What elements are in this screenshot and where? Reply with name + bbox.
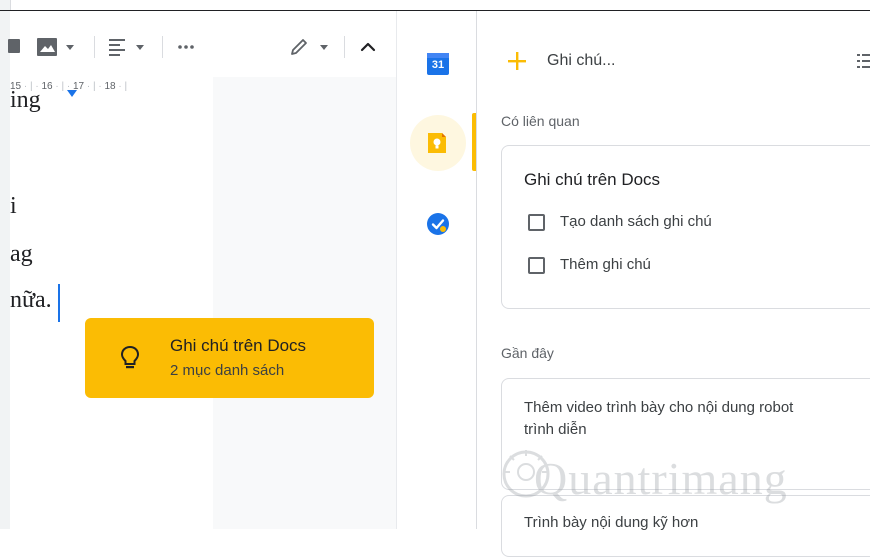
calendar-button[interactable]: 31 xyxy=(426,50,450,76)
keep-icon xyxy=(428,133,446,153)
pencil-icon xyxy=(291,39,307,55)
toolbar-divider xyxy=(162,36,163,58)
editing-mode-button[interactable] xyxy=(288,35,332,59)
keep-button[interactable] xyxy=(426,131,448,155)
list-view-button[interactable] xyxy=(857,51,870,71)
checkbox[interactable] xyxy=(528,214,545,231)
plus-icon xyxy=(508,52,526,70)
comment-icon[interactable] xyxy=(8,39,20,53)
insert-image-button[interactable] xyxy=(36,35,80,59)
doc-text-line: i xyxy=(10,193,17,219)
align-button[interactable] xyxy=(108,35,152,59)
toolbar-divider xyxy=(344,36,345,58)
align-left-icon xyxy=(109,39,125,56)
checklist-item[interactable]: Thêm ghi chú xyxy=(526,255,826,277)
document-page[interactable]: ing i ag nữa. xyxy=(10,87,213,529)
note-title: Ghi chú trên Docs xyxy=(524,170,661,189)
calendar-day: 31 xyxy=(431,59,445,71)
tooltip-title: Ghi chú trên Docs xyxy=(170,336,307,355)
list-view-icon xyxy=(857,54,870,68)
doc-text-line: nữa. xyxy=(10,287,52,313)
doc-text-line: ing xyxy=(10,87,41,113)
ruler-tick-label: 18 xyxy=(104,81,116,92)
chevron-down-icon xyxy=(136,45,144,50)
tasks-icon xyxy=(427,213,449,235)
add-note-button[interactable]: Ghi chú... xyxy=(507,47,707,75)
checkbox[interactable] xyxy=(528,257,545,274)
image-icon xyxy=(37,38,57,56)
tooltip-subtitle: 2 mục danh sách xyxy=(170,362,285,379)
keep-note-tooltip[interactable]: Ghi chú trên Docs 2 mục danh sách xyxy=(85,318,374,398)
add-note-label: Ghi chú... xyxy=(547,52,616,69)
tasks-button[interactable] xyxy=(426,212,450,236)
chevron-down-icon xyxy=(66,45,74,50)
chevron-up-icon xyxy=(360,42,376,52)
docs-toolbar xyxy=(8,11,395,77)
checklist-item-label: Thêm ghi chú xyxy=(560,256,651,273)
more-options-button[interactable] xyxy=(174,35,202,59)
panel-top-strip xyxy=(476,0,870,10)
side-panel-rail xyxy=(396,11,477,529)
related-note-card[interactable]: Ghi chú trên Docs Tạo danh sách ghi chú … xyxy=(501,145,870,309)
more-horizontal-icon xyxy=(178,45,194,49)
toolbar-divider xyxy=(94,36,95,58)
hide-menus-button[interactable] xyxy=(356,35,380,59)
recent-heading: Gần đây xyxy=(501,345,554,361)
lightbulb-icon xyxy=(120,345,140,369)
doc-text-line: ag xyxy=(10,241,33,267)
note-text: Thêm video trình bày cho nội dung robot … xyxy=(524,399,794,438)
checklist-item-label: Tạo danh sách ghi chú xyxy=(560,213,712,230)
ruler-tick-label: 16 xyxy=(41,81,53,92)
checklist-item[interactable]: Tạo danh sách ghi chú xyxy=(526,212,826,234)
document-canvas-background xyxy=(213,77,396,529)
chevron-down-icon xyxy=(320,45,328,50)
watermark-text: Quantrimang xyxy=(534,453,788,504)
text-cursor xyxy=(58,284,60,322)
indent-marker-icon[interactable] xyxy=(66,89,78,99)
watermark: Quantrimang xyxy=(498,438,818,518)
related-heading: Có liên quan xyxy=(501,113,580,129)
